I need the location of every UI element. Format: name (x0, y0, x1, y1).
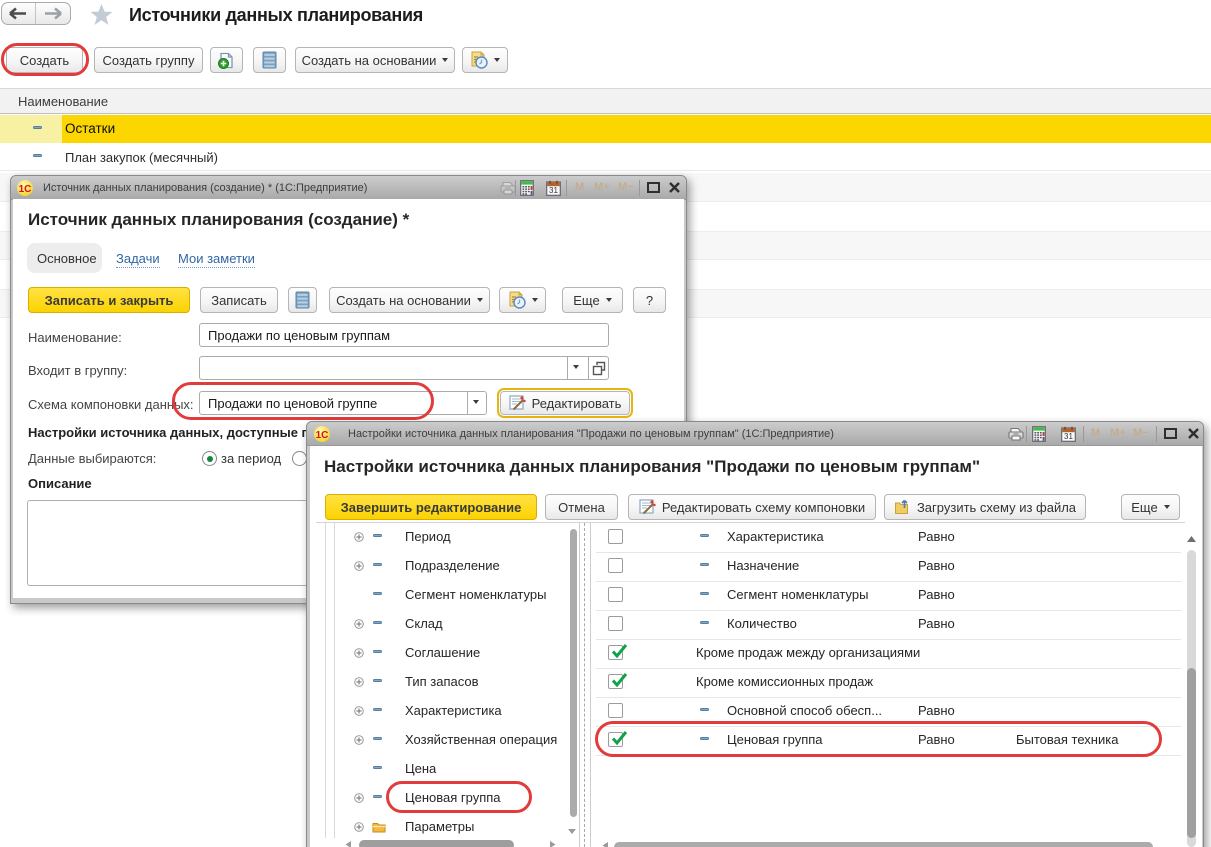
svg-text:31: 31 (549, 186, 558, 195)
svg-text:1С: 1С (316, 430, 329, 441)
svg-text:1С: 1С (19, 184, 32, 195)
svg-text:31: 31 (1064, 432, 1073, 441)
